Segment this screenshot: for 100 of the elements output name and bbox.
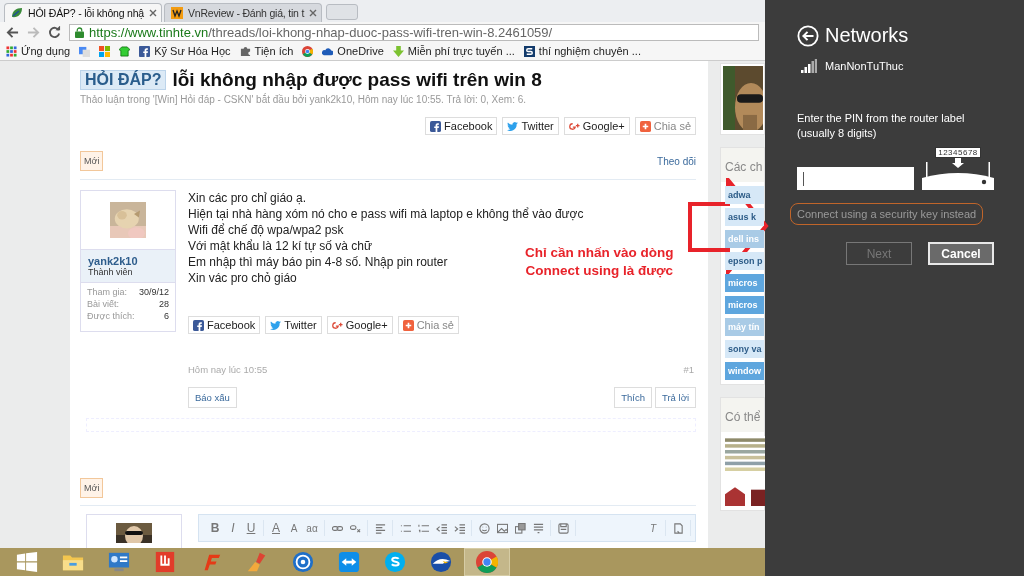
dialog-button[interactable]: Cancel xyxy=(928,242,994,265)
editor-tool-button[interactable] xyxy=(555,520,571,536)
bird-icon xyxy=(270,319,282,331)
tab-title: VnReview - Đánh giá, tin t xyxy=(188,7,305,19)
reload-icon[interactable] xyxy=(48,25,61,39)
bookmark[interactable]: Tiện ích xyxy=(239,45,294,57)
facebook-icon xyxy=(193,319,204,331)
bookmark-button[interactable] xyxy=(99,45,111,57)
message-line: Xin các pro chỉ giáo ạ. xyxy=(188,190,307,206)
message-line: Xin vác pro chỏ giáo xyxy=(188,270,297,286)
stat-label: Tham gia: xyxy=(87,287,128,297)
stat-value: 6 xyxy=(164,311,169,321)
stat-value: 28 xyxy=(159,299,169,309)
pin-instructions: Enter the PIN from the router label (usually 8 digits) xyxy=(797,111,966,141)
author-name[interactable]: yank2k10 xyxy=(88,255,168,267)
panel-title: Networks xyxy=(825,24,909,47)
leaf-icon xyxy=(11,7,23,19)
follow-link[interactable]: Theo dõi xyxy=(657,155,696,167)
bullet-list-icon xyxy=(399,522,411,534)
facebook-icon xyxy=(139,45,151,57)
sidebar-heading: Các ch xyxy=(721,148,764,182)
editor-tool-button[interactable]: T xyxy=(645,520,661,536)
google-plus-icon xyxy=(568,120,580,132)
editor-tool-button[interactable]: A xyxy=(268,520,284,536)
message-line: Wifi để chế độ wpa/wpa2 psk xyxy=(188,222,344,238)
more-icon xyxy=(532,522,544,534)
editor-tool-button[interactable] xyxy=(512,520,528,536)
tag[interactable]: asus k xyxy=(725,208,764,226)
message-line: Em nhập thì máy báo pin 4-8 số. Nhập pin router xyxy=(188,254,448,270)
bookmark-button[interactable] xyxy=(302,45,314,57)
image-icon xyxy=(496,522,508,534)
back-arrow-icon[interactable] xyxy=(6,25,19,39)
router-label: 12345678 xyxy=(935,147,981,158)
stat-label: Bài viết: xyxy=(87,299,119,309)
router-icon xyxy=(922,158,994,190)
skype-icon xyxy=(384,551,406,573)
tag[interactable]: epson p xyxy=(725,252,764,270)
logo-square-icon xyxy=(171,7,183,19)
editor-tool-button[interactable]: B xyxy=(207,520,223,536)
editor-tool-button[interactable]: aα xyxy=(304,520,320,536)
chrome-icon xyxy=(302,45,314,57)
reply-button[interactable]: Trả lời xyxy=(655,387,696,408)
media-icon xyxy=(514,522,526,534)
cloud-icon xyxy=(322,45,334,57)
like-button[interactable]: Thích xyxy=(614,387,652,408)
thread-title: lỗi không nhập được pass wifi trên win 8 xyxy=(172,69,542,91)
indent-icon xyxy=(453,522,465,534)
browser-tab[interactable]: VnReview - Đánh giá, tin t xyxy=(164,3,322,22)
close-icon[interactable] xyxy=(309,9,318,17)
editor-tool-button[interactable] xyxy=(476,520,492,536)
report-button[interactable]: Báo xấu xyxy=(188,387,237,408)
address-bar[interactable]: https://www.tinhte.vn/threads/loi-khong-nhap-duoc-pass-wifi-tren-win-8.2461059/ xyxy=(69,23,759,41)
lock-icon xyxy=(75,26,84,38)
tab-title: HỎI ĐÁP? - lỗi không nhậ xyxy=(28,7,144,19)
thread-meta: Thảo luận trong '[Win] Hỏi đáp - CSKN' bắt đầu bởi yank2k10, Hôm nay lúc 10:55. Trả lời: 0, Xem: 6. xyxy=(80,94,528,105)
bookmark[interactable]: Kỹ Sư Hóa Học xyxy=(139,45,231,57)
shirt-icon xyxy=(119,45,131,57)
source-icon xyxy=(672,522,684,534)
chrome-icon xyxy=(476,551,498,573)
editor-tool-button[interactable]: U xyxy=(243,520,259,536)
network-name: ManNonTuThuc xyxy=(825,60,904,72)
numbered-list-icon xyxy=(417,522,429,534)
bookmark[interactable]: Ứng dụng xyxy=(6,45,71,57)
browser-tab[interactable]: HỎI ĐÁP? - lỗi không nhậ xyxy=(4,3,162,22)
signal-bars-icon xyxy=(801,59,817,73)
prefix-badge: HỎI ĐÁP? xyxy=(80,70,167,90)
bookmark[interactable]: Miễn phí trực tuyến ... xyxy=(392,45,515,57)
editor-tool-button[interactable]: A xyxy=(286,520,302,536)
brush-icon xyxy=(246,551,268,573)
tag[interactable]: sony va xyxy=(725,340,764,358)
share-button[interactable]: Twitter xyxy=(502,117,559,135)
message-line: Với mật khẩu là 12 kí tự số và chữ xyxy=(188,238,372,254)
bookmark-button[interactable] xyxy=(119,45,131,57)
editor-tool-button[interactable]: I xyxy=(225,520,241,536)
user-role: Thành viên xyxy=(88,267,133,277)
share-button[interactable]: Google+ xyxy=(563,117,630,135)
bookmark-button[interactable] xyxy=(79,45,91,57)
share-button[interactable]: Chia sẻ xyxy=(397,316,459,334)
close-icon[interactable] xyxy=(149,9,157,17)
sidebar-heading: Có thể xyxy=(721,398,764,432)
security-key-link[interactable]: Connect using a security key instead xyxy=(790,203,984,225)
share-button[interactable]: Google+ xyxy=(326,316,393,334)
bookmark[interactable]: thí nghiệm chuyên ... xyxy=(523,45,641,57)
share-button[interactable]: Facebook xyxy=(425,117,498,135)
pin-field[interactable] xyxy=(797,167,914,190)
document-reader-icon xyxy=(154,551,176,573)
google-plus-icon xyxy=(331,319,343,331)
tag[interactable]: adwa xyxy=(725,186,764,204)
save-icon xyxy=(557,522,569,534)
share-button[interactable]: Facebook xyxy=(188,316,261,334)
share-button[interactable]: Twitter xyxy=(265,316,322,334)
bookmark[interactable]: OneDrive xyxy=(322,45,384,57)
bird-icon xyxy=(507,120,519,132)
s-logo-icon xyxy=(523,45,535,57)
plus-icon xyxy=(402,319,414,331)
new-badge: Mới xyxy=(80,478,104,498)
puzzle-icon xyxy=(239,45,251,57)
apps-grid-icon xyxy=(6,45,17,57)
plus-icon xyxy=(639,120,651,132)
share-button[interactable]: Chia sẻ xyxy=(634,117,696,135)
